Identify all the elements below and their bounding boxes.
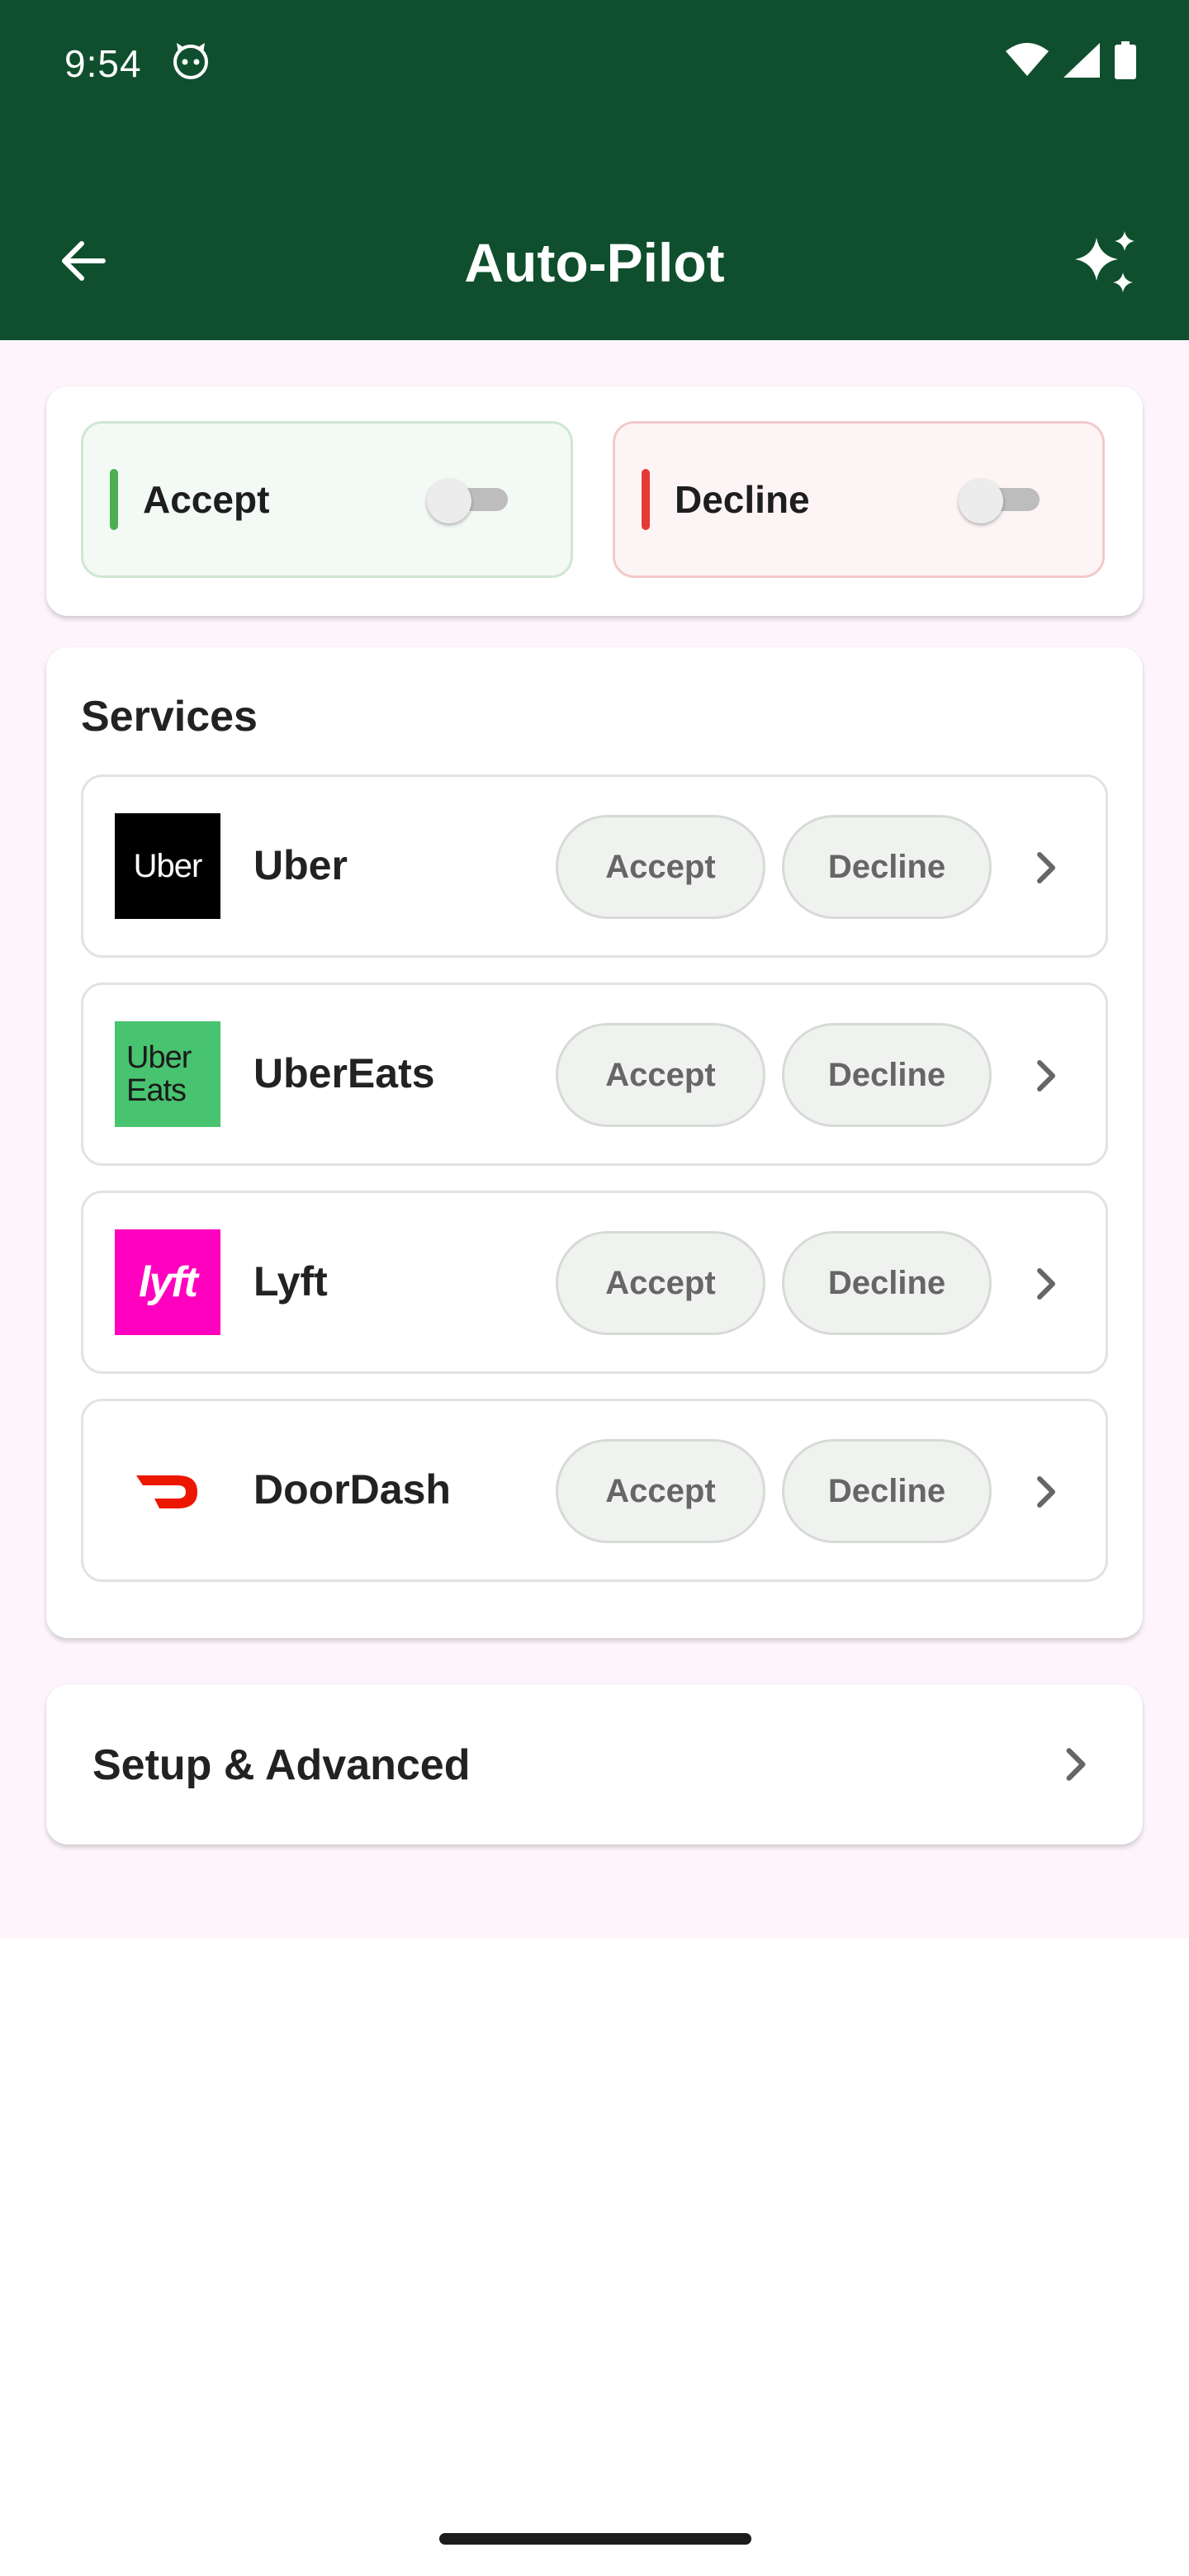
home-indicator[interactable] xyxy=(439,2533,751,2545)
ai-assist-button[interactable] xyxy=(1067,225,1146,304)
chevron-right-icon[interactable] xyxy=(1026,1472,1066,1512)
doordash-logo xyxy=(115,1437,220,1543)
app-header: 9:54 Auto-Pilot xyxy=(0,0,1189,340)
accept-accent-bar xyxy=(110,469,118,530)
lyft-logo: lyft xyxy=(115,1229,220,1335)
ubereats-logo-line2: Eats xyxy=(126,1073,187,1108)
lyft-logo-text: lyft xyxy=(139,1258,198,1306)
accept-toggle-label: Accept xyxy=(143,478,270,521)
accept-button[interactable]: Accept xyxy=(556,815,765,919)
status-time: 9:54 xyxy=(64,42,142,85)
battery-icon xyxy=(1115,41,1136,79)
setup-advanced-label: Setup & Advanced xyxy=(92,1741,471,1789)
page-title: Auto-Pilot xyxy=(464,232,725,293)
service-row-doordash[interactable]: DoorDash Accept Decline xyxy=(81,1399,1108,1582)
services-card: Services Uber Uber Accept Decline Uber E… xyxy=(46,647,1143,1638)
status-icons xyxy=(1006,40,1136,81)
decline-accent-bar xyxy=(642,469,650,530)
ubereats-logo: Uber Eats xyxy=(115,1021,220,1127)
signal-icon xyxy=(1063,43,1100,78)
wifi-icon xyxy=(1006,43,1049,76)
decline-button[interactable]: Decline xyxy=(782,1231,992,1335)
decline-button[interactable]: Decline xyxy=(782,815,992,919)
master-toggle-card: Accept Decline xyxy=(46,386,1143,616)
decline-switch[interactable] xyxy=(959,479,1041,523)
service-name: UberEats xyxy=(253,1050,435,1096)
setup-advanced-row[interactable]: Setup & Advanced xyxy=(46,1684,1143,1844)
service-name: Uber xyxy=(253,842,348,888)
chevron-right-icon xyxy=(1066,1748,1086,1781)
chevron-right-icon[interactable] xyxy=(1026,1264,1066,1304)
uber-logo: Uber xyxy=(115,813,220,919)
service-name: DoorDash xyxy=(253,1466,451,1513)
accept-button[interactable]: Accept xyxy=(556,1231,765,1335)
service-row-ubereats[interactable]: Uber Eats UberEats Accept Decline xyxy=(81,983,1108,1166)
accept-button[interactable]: Accept xyxy=(556,1023,765,1127)
doordash-dash-icon xyxy=(136,1475,197,1508)
sparkles-icon xyxy=(1075,231,1135,292)
decline-button[interactable]: Decline xyxy=(782,1439,992,1543)
services-title: Services xyxy=(81,693,258,741)
cat-face-icon xyxy=(173,43,208,79)
chevron-right-icon[interactable] xyxy=(1026,848,1066,888)
ubereats-logo-line1: Uber xyxy=(126,1040,192,1075)
decline-toggle-label: Decline xyxy=(675,478,810,521)
decline-button[interactable]: Decline xyxy=(782,1023,992,1127)
service-row-lyft[interactable]: lyft Lyft Accept Decline xyxy=(81,1191,1108,1374)
decline-all-toggle[interactable]: Decline xyxy=(613,421,1105,578)
accept-all-toggle[interactable]: Accept xyxy=(81,421,573,578)
accept-switch[interactable] xyxy=(427,479,509,523)
uber-logo-text: Uber xyxy=(133,847,203,884)
service-row-uber[interactable]: Uber Uber Accept Decline xyxy=(81,774,1108,958)
accept-button[interactable]: Accept xyxy=(556,1439,765,1543)
chevron-right-icon[interactable] xyxy=(1026,1056,1066,1096)
service-name: Lyft xyxy=(253,1258,328,1305)
